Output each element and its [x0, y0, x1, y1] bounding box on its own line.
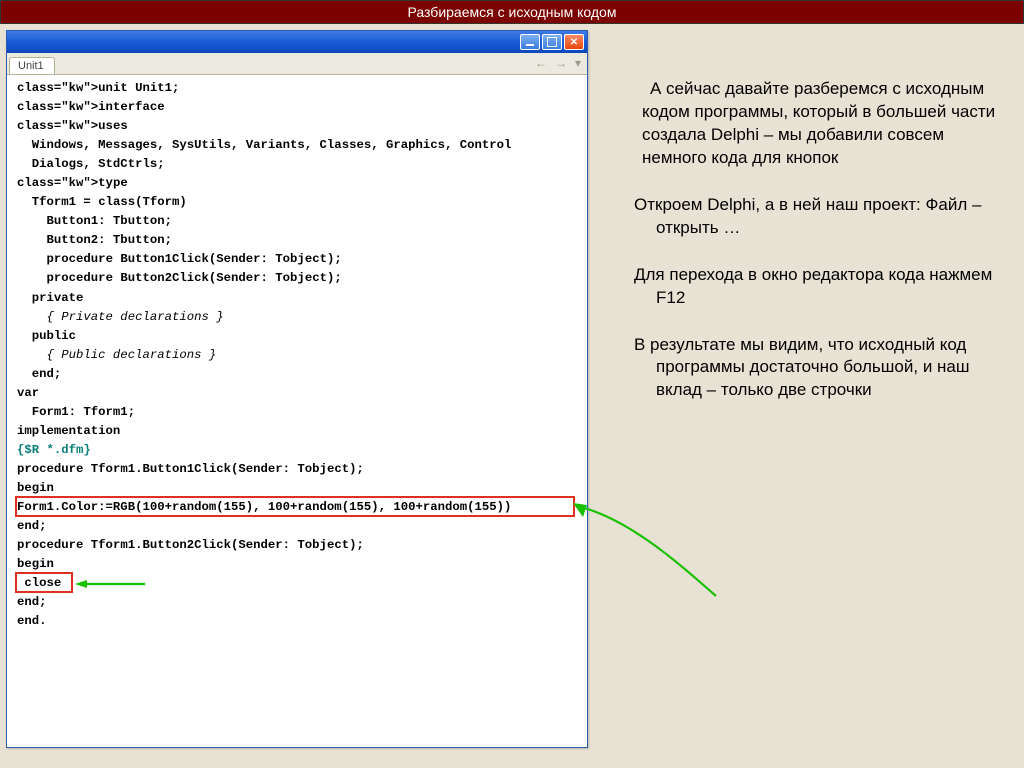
- code-line: Form1: Tform1;: [17, 403, 585, 422]
- slide-title: Разбираемся с исходным кодом: [0, 0, 1024, 24]
- code-line: Button1: Tbutton;: [17, 212, 585, 231]
- code-line: procedure Tform1.Button1Click(Sender: To…: [17, 460, 585, 479]
- code-line: class="kw">type: [17, 174, 585, 193]
- code-line: end;: [17, 365, 585, 384]
- code-line: begin: [17, 555, 585, 574]
- tab-unit1[interactable]: Unit1: [9, 57, 55, 74]
- code-line: { Public declarations }: [17, 346, 585, 365]
- nav-fwd-icon[interactable]: →: [555, 56, 567, 70]
- code-line: close: [17, 574, 585, 593]
- code-line: Button2: Tbutton;: [17, 231, 585, 250]
- code-line: private: [17, 289, 585, 308]
- code-line: Dialogs, StdCtrls;: [17, 155, 585, 174]
- code-line: class="kw">uses: [17, 117, 585, 136]
- code-line: var: [17, 384, 585, 403]
- paragraph-4: В результате мы видим, что исходный код …: [634, 334, 1008, 403]
- maximize-button[interactable]: [542, 34, 562, 50]
- paragraph-1: А сейчас давайте разберемся с исходным к…: [634, 78, 1008, 170]
- code-line: class="kw">unit Unit1;: [17, 79, 585, 98]
- nav-back-icon[interactable]: ←: [535, 56, 547, 70]
- code-line: Form1.Color:=RGB(100+random(155), 100+ra…: [17, 498, 585, 517]
- paragraph-2: Откроем Delphi, а в ней наш проект: Файл…: [634, 194, 1008, 240]
- slide-body: Unit1 ← → ▾ class="kw">unit Unit1;class=…: [0, 24, 1024, 764]
- code-line: { Private declarations }: [17, 308, 585, 327]
- code-line: implementation: [17, 422, 585, 441]
- nav-arrows: ← → ▾: [535, 56, 581, 70]
- window-titlebar: [7, 31, 587, 53]
- code-line: begin: [17, 479, 585, 498]
- code-line: public: [17, 327, 585, 346]
- code-line: end.: [17, 612, 585, 631]
- code-line: {$R *.dfm}: [17, 441, 585, 460]
- right-column: А сейчас давайте разберемся с исходным к…: [606, 30, 1014, 758]
- paragraph-3: Для перехода в окно редактора кода нажме…: [634, 264, 1008, 310]
- ide-window: Unit1 ← → ▾ class="kw">unit Unit1;class=…: [6, 30, 588, 748]
- tab-row: Unit1 ← → ▾: [7, 53, 587, 75]
- minimize-button[interactable]: [520, 34, 540, 50]
- code-line: Tform1 = class(Tform): [17, 193, 585, 212]
- left-column: Unit1 ← → ▾ class="kw">unit Unit1;class=…: [6, 30, 606, 758]
- code-editor[interactable]: class="kw">unit Unit1;class="kw">interfa…: [7, 75, 587, 747]
- code-line: procedure Button1Click(Sender: Tobject);: [17, 250, 585, 269]
- code-line: procedure Button2Click(Sender: Tobject);: [17, 269, 585, 288]
- close-button[interactable]: [564, 34, 584, 50]
- code-line: Windows, Messages, SysUtils, Variants, C…: [17, 136, 585, 155]
- code-line: end;: [17, 593, 585, 612]
- code-line: class="kw">interface: [17, 98, 585, 117]
- code-line: procedure Tform1.Button2Click(Sender: To…: [17, 536, 585, 555]
- code-line: end;: [17, 517, 585, 536]
- nav-menu-icon[interactable]: ▾: [575, 56, 581, 70]
